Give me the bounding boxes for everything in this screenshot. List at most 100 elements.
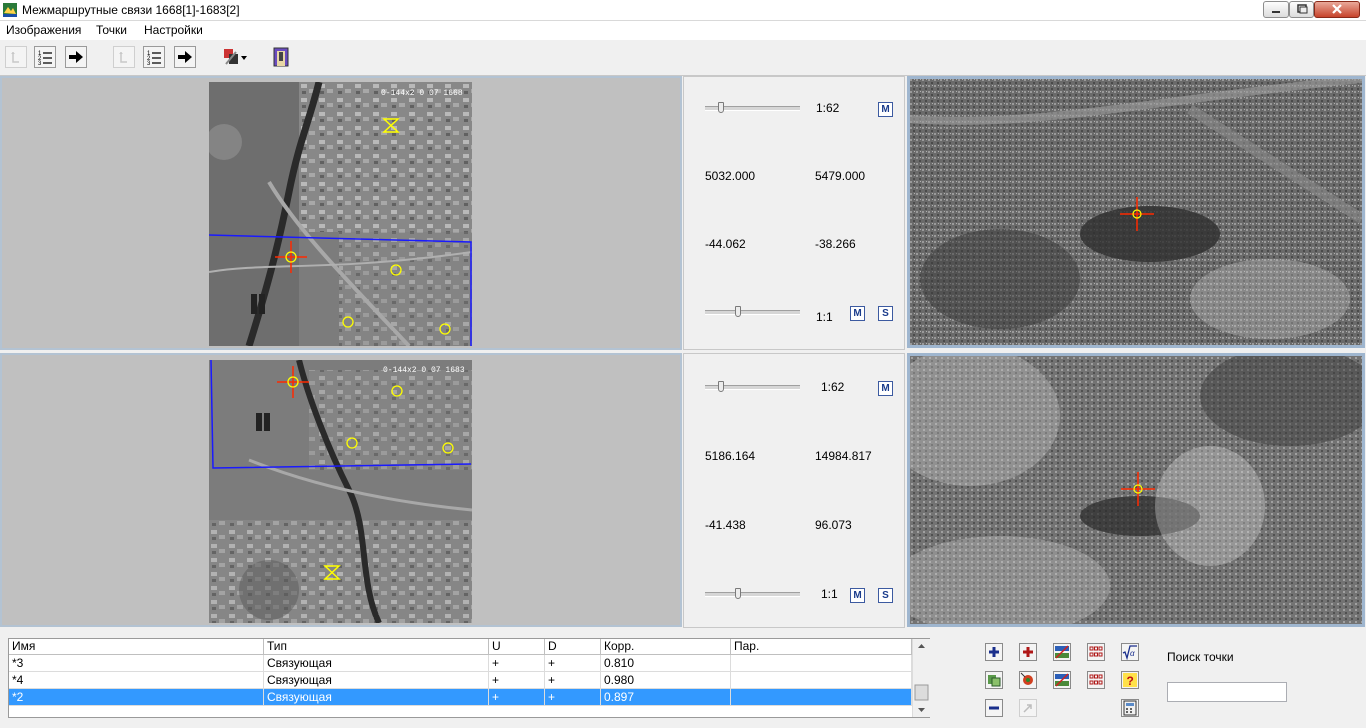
cell-par (731, 672, 912, 689)
cell-u: + (489, 689, 545, 706)
bottom-overview-image[interactable]: 0-144x2 0 07 1683 (209, 360, 472, 623)
pointer-disabled-icon (1023, 704, 1032, 713)
maximize-button[interactable] (1289, 1, 1314, 18)
add-point-button[interactable] (985, 643, 1003, 661)
top-pointer-button[interactable] (5, 46, 27, 68)
svg-text:3: 3 (38, 61, 42, 67)
points-table[interactable]: Имя Тип U D Корр. Пар. *3 Связующая + + … (8, 638, 930, 718)
bottom-detail-m-button[interactable]: M (850, 588, 865, 603)
search-label: Поиск точки (1167, 650, 1234, 664)
column-header-par[interactable]: Пар. (731, 639, 912, 655)
list-icon: 123 (147, 51, 161, 67)
help-icon: ? (1123, 673, 1137, 688)
bottom-control-panel: 1:62 M 5186.164 14984.817 -41.438 96.073… (683, 353, 905, 628)
menu-points[interactable]: Точки (96, 23, 127, 37)
top-next-button[interactable] (65, 46, 87, 68)
bottom-list-button[interactable]: 123 (143, 46, 165, 68)
cell-name: *3 (9, 655, 264, 672)
table-row[interactable]: *3 Связующая + + 0.810 (9, 655, 912, 672)
list-icon: 123 (38, 51, 52, 67)
column-header-name[interactable]: Имя (9, 639, 264, 655)
bottom-detail-zoom-thumb[interactable] (735, 588, 741, 599)
table-row[interactable]: *4 Связующая + + 0.980 (9, 672, 912, 689)
point-settings-button[interactable] (1019, 671, 1037, 689)
top-overview-zoom-thumb[interactable] (718, 102, 724, 113)
add-tie-point-button[interactable] (1019, 643, 1037, 661)
grid-points-2-button[interactable] (1087, 671, 1105, 689)
top-detail-zoom-thumb[interactable] (735, 306, 741, 317)
remove-point-button[interactable] (985, 699, 1003, 717)
bottom-next-button[interactable] (174, 46, 196, 68)
top-overview-m-button[interactable]: M (878, 102, 893, 117)
cell-corr: 0.897 (601, 689, 731, 706)
export-button[interactable] (1121, 699, 1139, 717)
column-header-type[interactable]: Тип (264, 639, 489, 655)
compute-button[interactable]: α (1121, 643, 1139, 661)
bottom-image-label: 0-144x2 0 07 1683 (383, 366, 465, 375)
match-images-button[interactable] (1053, 643, 1071, 661)
cell-u: + (489, 655, 545, 672)
top-detail-s-button[interactable]: S (878, 306, 893, 321)
bottom-overview-m-button[interactable]: M (878, 381, 893, 396)
bottom-overview-zoom-thumb[interactable] (718, 381, 724, 392)
bottom-detail-zoom-slider[interactable] (705, 592, 800, 597)
top-detail-m-button[interactable]: M (850, 306, 865, 321)
title-bar: Межмаршрутные связи 1668[1]-1683[2] (0, 0, 1366, 21)
match-images-2-button[interactable] (1053, 671, 1071, 689)
arrow-right-icon (178, 51, 192, 63)
scroll-down-icon (918, 708, 925, 712)
bottom-overview-panel[interactable]: 0-144x2 0 07 1683 (0, 353, 682, 627)
tools-dropdown-icon (224, 49, 247, 65)
column-header-corr[interactable]: Корр. (601, 639, 731, 655)
minus-icon (989, 706, 999, 710)
jump-to-point-button[interactable] (1019, 699, 1037, 717)
top-coord-x: 5032.000 (705, 169, 756, 183)
cell-d: + (545, 672, 601, 689)
scroll-up-icon (918, 644, 925, 648)
pointer-icon (119, 52, 127, 63)
bottom-pointer-button[interactable] (113, 46, 135, 68)
column-header-u[interactable]: U (489, 639, 545, 655)
top-overview-image[interactable]: 0-144x2 0 07 1668 (209, 82, 472, 346)
exit-button[interactable] (270, 46, 292, 68)
svg-text:α: α (1130, 649, 1135, 658)
help-button[interactable]: ? (1121, 671, 1139, 689)
top-list-button[interactable]: 123 (34, 46, 56, 68)
table-scrollbar[interactable] (912, 639, 930, 717)
table-row-selected[interactable]: *2 Связующая + + 0.897 (9, 689, 912, 706)
top-detail-zoom-slider[interactable] (705, 310, 800, 315)
window-title: Межмаршрутные связи 1668[1]-1683[2] (22, 3, 240, 17)
minimize-button[interactable] (1263, 1, 1289, 18)
menu-images[interactable]: Изображения (6, 23, 81, 37)
cell-par (731, 689, 912, 706)
menu-settings[interactable]: Настройки (144, 23, 203, 37)
bottom-detail-s-button[interactable]: S (878, 588, 893, 603)
auto-points-button[interactable] (985, 671, 1003, 689)
bottom-zoom-panel[interactable] (907, 353, 1365, 627)
column-header-d[interactable]: D (545, 639, 601, 655)
svg-text:3: 3 (147, 61, 151, 67)
scroll-thumb (914, 684, 929, 701)
top-coord-y: 5479.000 (815, 169, 866, 183)
cell-corr: 0.810 (601, 655, 731, 672)
door-icon (273, 47, 289, 67)
point-target-icon (1020, 672, 1033, 685)
bottom-coord-y: 14984.817 (815, 449, 872, 463)
bottom-coord-x: 5186.164 (705, 449, 756, 463)
bottom-detail-scale: 1:1 (821, 587, 838, 601)
top-zoom-panel[interactable] (907, 76, 1365, 348)
cell-par (731, 655, 912, 672)
grid-points-button[interactable] (1087, 643, 1105, 661)
top-offset-y: -38.266 (815, 237, 856, 251)
plus-red-icon (1023, 647, 1033, 657)
tools-dropdown-button[interactable] (222, 46, 248, 68)
top-overview-panel[interactable]: 0-144x2 0 07 1668 (0, 76, 682, 350)
close-button[interactable] (1314, 1, 1360, 18)
search-point-input[interactable] (1167, 682, 1287, 702)
cell-type: Связующая (264, 689, 489, 706)
auto-icon (988, 675, 1001, 687)
cell-name: *4 (9, 672, 264, 689)
cell-u: + (489, 672, 545, 689)
grid-icon (1089, 646, 1103, 657)
grid-icon (1089, 674, 1103, 685)
